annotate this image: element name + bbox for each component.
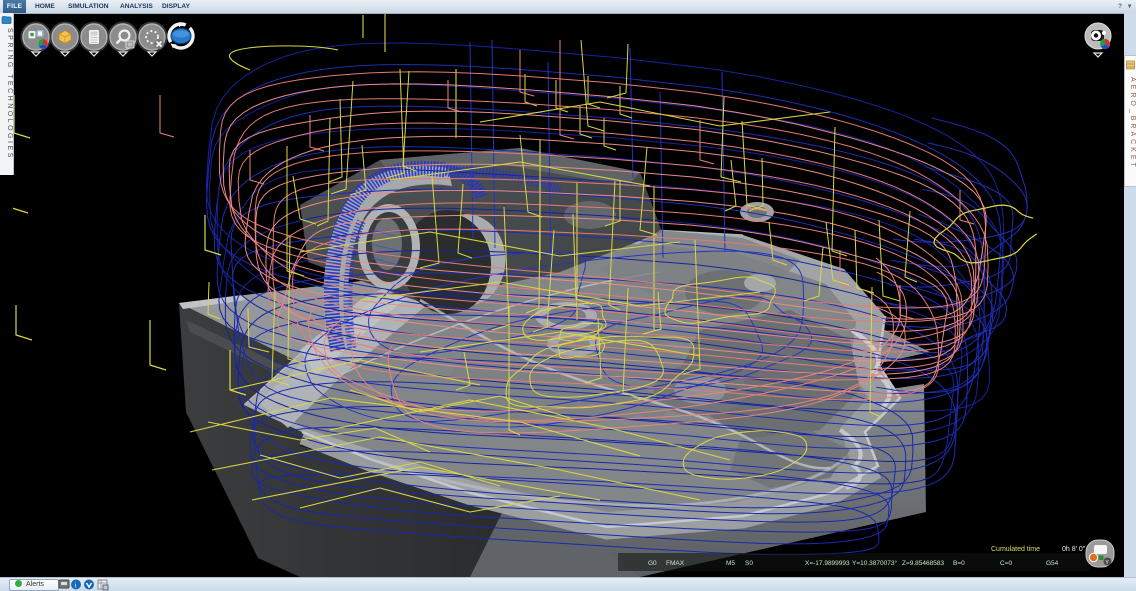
svg-text:S0: S0	[745, 560, 753, 567]
svg-text:FMAX: FMAX	[666, 560, 685, 567]
svg-text:M5: M5	[726, 560, 735, 567]
svg-text:B=0: B=0	[953, 560, 965, 567]
svg-text:Cumulated time: Cumulated time	[991, 546, 1040, 553]
svg-text:Y=10.3870073°: Y=10.3870073°	[852, 559, 897, 567]
svg-text:X=-17.9899993: X=-17.9899993	[805, 560, 850, 567]
svg-text:i: i	[75, 580, 77, 589]
svg-text:Y: Y	[1105, 560, 1109, 566]
svg-text:Z=9.85468583: Z=9.85468583	[902, 560, 944, 567]
svg-text:0h 8' 0": 0h 8' 0"	[1062, 546, 1086, 553]
svg-text:G54: G54	[1046, 560, 1059, 567]
svg-text:G0: G0	[648, 560, 657, 567]
svg-text:C=0: C=0	[1000, 560, 1012, 567]
